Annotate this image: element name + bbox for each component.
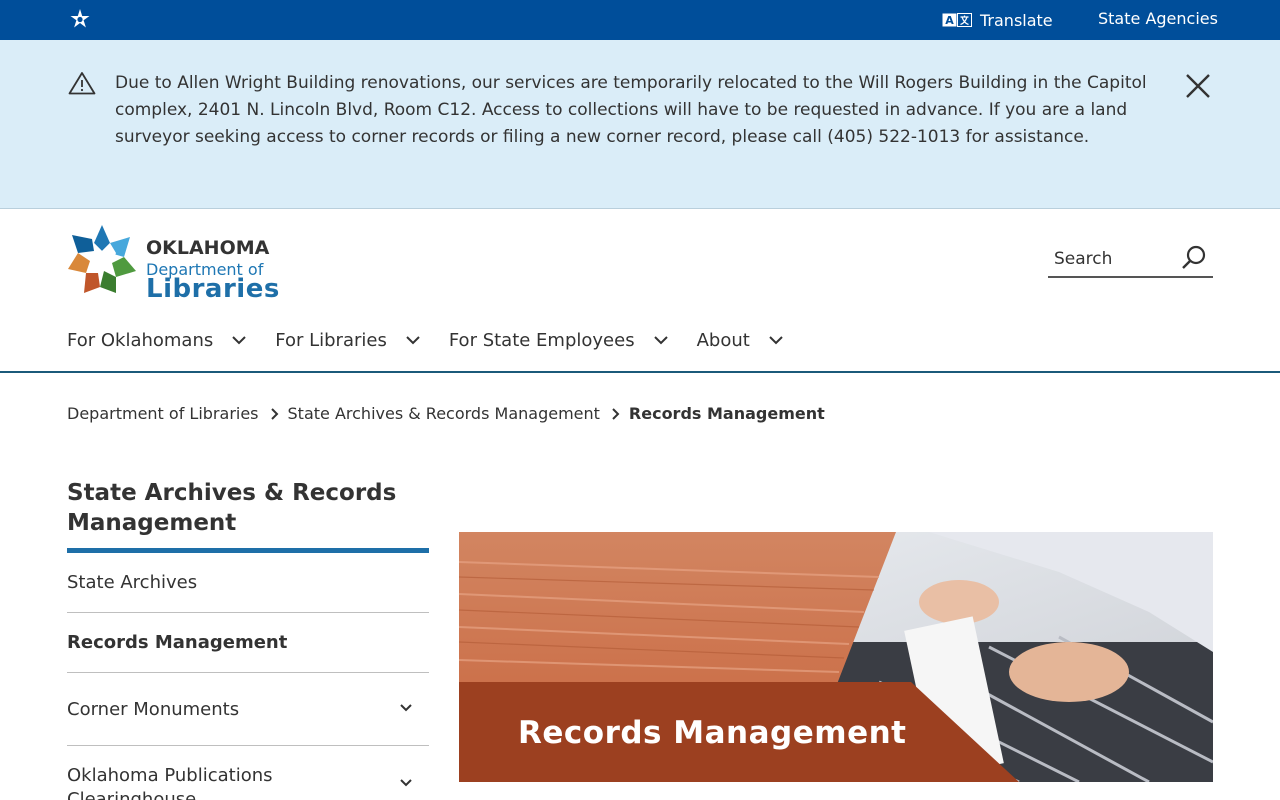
- chevron-down-icon: [653, 336, 668, 345]
- breadcrumb: Department of Libraries State Archives &…: [67, 404, 825, 423]
- sidenav-item-state-archives[interactable]: State Archives: [67, 553, 429, 613]
- translate-label: Translate: [980, 10, 1053, 30]
- close-icon[interactable]: [1184, 72, 1212, 100]
- alert-message: Due to Allen Wright Building renovations…: [115, 73, 1147, 147]
- nav-item-label: About: [696, 329, 750, 351]
- chevron-down-icon[interactable]: [399, 778, 413, 787]
- nav-item-label: For State Employees: [448, 329, 635, 351]
- translate-icon: A: [942, 13, 972, 27]
- nav-item-for-oklahomans[interactable]: For Oklahomans: [67, 327, 247, 353]
- chevron-down-icon: [769, 336, 783, 345]
- site-header: OKLAHOMA Department of Libraries For Okl…: [0, 209, 1280, 373]
- search-box: [1048, 242, 1213, 278]
- chevron-down-icon: [232, 336, 246, 345]
- oklahoma-star-icon[interactable]: [69, 9, 91, 31]
- logo-line-oklahoma: OKLAHOMA: [146, 237, 270, 259]
- search-icon[interactable]: [1180, 244, 1208, 272]
- sidenav-item-label: Oklahoma Publications Clearinghouse: [67, 765, 273, 800]
- svg-text:A: A: [945, 14, 954, 27]
- sidenav-item-label: Corner Monuments: [67, 699, 240, 720]
- breadcrumb-current: Records Management: [628, 404, 825, 423]
- nav-item-for-libraries[interactable]: For Libraries: [275, 327, 421, 353]
- chevron-down-icon: [406, 336, 420, 345]
- nav-item-about[interactable]: About: [697, 327, 784, 353]
- sidenav-title: State Archives & Records Management: [67, 478, 429, 553]
- chevron-down-icon[interactable]: [399, 703, 413, 712]
- main-nav: For Oklahomans For Libraries For State E…: [67, 327, 812, 353]
- nav-item-for-state-employees[interactable]: For State Employees: [449, 327, 669, 353]
- nav-item-label: For Libraries: [275, 329, 387, 351]
- top-utility-bar: A Translate State Agencies: [0, 0, 1280, 40]
- chevron-right-icon: [270, 407, 278, 420]
- state-agencies-link[interactable]: State Agencies: [1098, 0, 1218, 40]
- sidenav-item-publications-clearinghouse[interactable]: Oklahoma Publications Clearinghouse: [67, 746, 429, 800]
- sidenav-item-corner-monuments[interactable]: Corner Monuments: [67, 673, 429, 746]
- alert-banner: Due to Allen Wright Building renovations…: [0, 40, 1280, 209]
- chevron-right-icon: [612, 407, 620, 420]
- warning-icon: [68, 72, 96, 95]
- breadcrumb-link-department[interactable]: Department of Libraries: [67, 404, 259, 423]
- logo-star-icon: [68, 225, 136, 293]
- breadcrumb-link-state-archives[interactable]: State Archives & Records Management: [288, 404, 600, 423]
- hero-banner-title: Records Management: [518, 715, 907, 751]
- sidenav-item-records-management[interactable]: Records Management: [67, 613, 429, 673]
- hero-banner: Records Management: [459, 532, 1213, 782]
- site-logo[interactable]: OKLAHOMA Department of Libraries: [66, 223, 279, 304]
- search-input[interactable]: [1054, 246, 1174, 272]
- sidenav-item-label: Records Management: [67, 632, 288, 653]
- logo-line-libraries: Libraries: [146, 274, 280, 304]
- section-sidenav: State Archives & Records Management Stat…: [67, 478, 429, 800]
- sidenav-item-label: State Archives: [67, 572, 198, 593]
- nav-item-label: For Oklahomans: [67, 329, 214, 351]
- translate-button[interactable]: A Translate: [942, 0, 1053, 40]
